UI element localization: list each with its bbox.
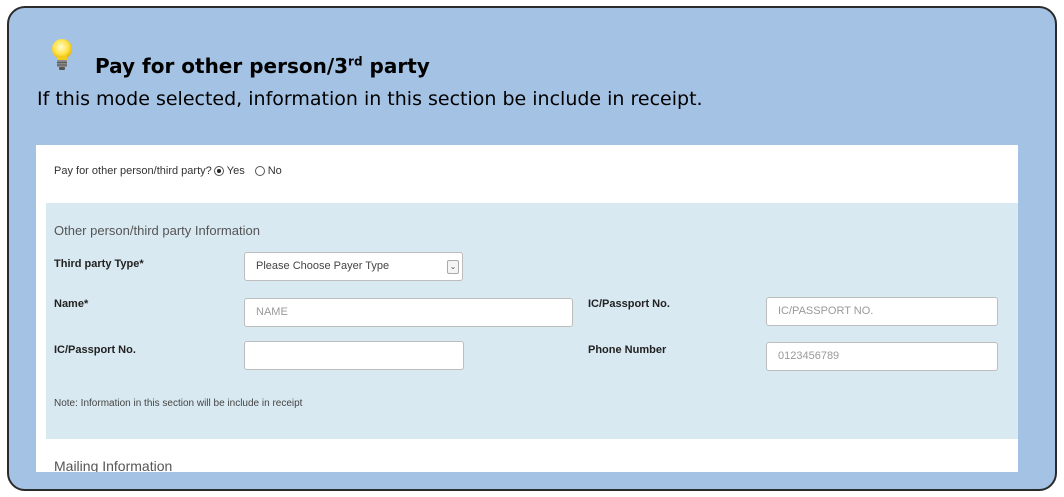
ic-passport-label-right: IC/Passport No.	[588, 298, 670, 310]
radio-yes-label: Yes	[226, 165, 245, 177]
ic-passport-input-right[interactable]: IC/PASSPORT NO.	[766, 297, 998, 326]
callout-description: If this mode selected, information in th…	[37, 88, 703, 110]
radio-yes[interactable]: Yes	[213, 165, 245, 177]
third-party-question: Pay for other person/third party? Yes No	[54, 165, 282, 177]
phone-number-input[interactable]: 0123456789	[766, 342, 998, 371]
ic-passport-input-left[interactable]	[244, 341, 464, 370]
phone-number-placeholder: 0123456789	[778, 350, 840, 362]
callout-heading: Pay for other person/3rd party	[95, 54, 430, 78]
radio-no-label: No	[267, 165, 282, 177]
lightbulb-icon	[52, 39, 72, 70]
receipt-note: Note: Information in this section will b…	[54, 398, 303, 409]
name-input[interactable]: NAME	[244, 298, 573, 327]
third-party-type-label: Third party Type*	[54, 258, 144, 270]
phone-number-label: Phone Number	[588, 344, 667, 356]
ic-passport-label-left: IC/Passport No.	[54, 344, 136, 356]
ic-passport-placeholder: IC/PASSPORT NO.	[778, 305, 874, 317]
info-callout: Pay for other person/3rd party If this m…	[7, 6, 1057, 491]
chevron-down-icon[interactable]: ⌄	[447, 260, 459, 274]
third-party-type-select[interactable]: Please Choose Payer Type ⌄	[244, 252, 463, 281]
third-party-type-value: Please Choose Payer Type	[256, 260, 390, 272]
radio-unselected-icon[interactable]	[254, 166, 265, 176]
name-label: Name*	[54, 298, 89, 310]
third-party-question-label: Pay for other person/third party?	[54, 165, 212, 177]
section-title: Other person/third party Information	[54, 223, 260, 238]
radio-no[interactable]: No	[254, 165, 282, 177]
radio-selected-icon[interactable]	[213, 166, 224, 176]
third-party-info-section: Other person/third party Information Thi…	[46, 203, 1018, 439]
mailing-information-title: Mailing Information	[54, 458, 173, 472]
form-screenshot-panel: Pay for other person/third party? Yes No…	[36, 145, 1018, 472]
name-placeholder: NAME	[256, 306, 288, 318]
